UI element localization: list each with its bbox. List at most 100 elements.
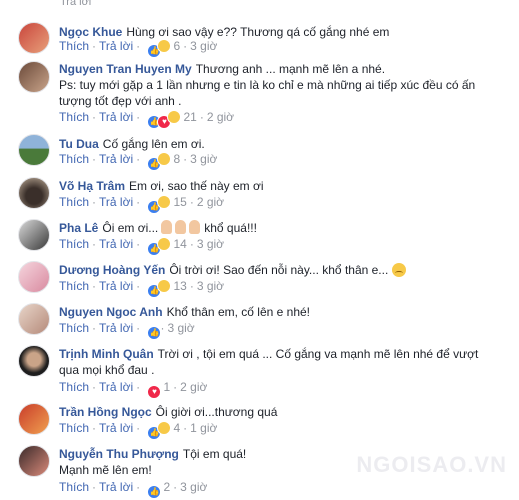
like-link[interactable]: Thích xyxy=(59,421,89,435)
like-link[interactable]: Thích xyxy=(59,110,89,124)
reactions-summary[interactable]: 👍 xyxy=(147,279,172,298)
comment-author[interactable]: Pha Lê xyxy=(59,221,98,235)
like-link[interactable]: Thích xyxy=(59,480,89,494)
reactions-summary[interactable]: ♥ xyxy=(147,383,162,399)
comment-author[interactable]: Trịnh Minh Quân xyxy=(59,347,154,361)
reply-link[interactable]: Trả lời xyxy=(99,237,133,251)
avatar[interactable] xyxy=(18,261,50,293)
comment-author[interactable]: Dương Hoàng Yến xyxy=(59,263,165,277)
sad-icon xyxy=(157,152,172,166)
comment-body: Nguyen Tran Huyen My Thương anh ... mạnh … xyxy=(59,61,499,109)
comment-actions: Thích · Trả lời · ♥ 1 · 2 giờ xyxy=(59,380,207,399)
comment-text: Tội em quá! xyxy=(182,447,247,461)
sad-face-emoji-icon xyxy=(392,263,407,277)
sad-icon xyxy=(167,110,182,124)
avatar[interactable] xyxy=(18,303,50,335)
reply-link[interactable]: Trả lời xyxy=(99,110,133,124)
comment: Tu Dua Cố gắng lên em ơi. Thích · Trả lời · … xyxy=(0,134,519,174)
comment-text-line: tượng tốt đẹp với anh . xyxy=(59,94,182,108)
reactions-summary[interactable]: 👍 xyxy=(147,195,172,214)
comment: Nguyen Ngoc Anh Khổ thân em, cố lên e nhé… xyxy=(0,303,519,343)
praying-hands-icon xyxy=(175,220,187,234)
comment-body: Trịnh Minh Quân Trời ơi , tội em quá ... … xyxy=(59,346,499,378)
like-link[interactable]: Thích xyxy=(59,152,89,166)
comment-author[interactable]: Nguyen Ngoc Anh xyxy=(59,305,163,319)
comment-text-line: qua mọi khổ đau . xyxy=(59,363,155,377)
comment: Trịnh Minh Quân Trời ơi , tội em quá ... … xyxy=(0,345,519,401)
comment-time[interactable]: 1 giờ xyxy=(190,421,217,435)
comment: Dương Hoàng Yến Ôi trời ơi! Sao đến nỗi n… xyxy=(0,261,519,301)
reactions-summary[interactable]: 👍 xyxy=(147,483,162,499)
reply-link[interactable]: Trả lời xyxy=(99,480,133,494)
sad-icon xyxy=(157,279,172,293)
comment-time[interactable]: 2 giờ xyxy=(197,195,224,209)
like-icon: 👍 xyxy=(147,326,162,340)
comment-time[interactable]: 2 giờ xyxy=(207,110,234,124)
comment-author[interactable]: Trần Hồng Ngọc xyxy=(59,405,152,419)
avatar[interactable] xyxy=(18,134,50,166)
like-link[interactable]: Thích xyxy=(59,380,89,394)
comment-time[interactable]: 3 giờ xyxy=(180,480,207,494)
comment-time[interactable]: 3 giờ xyxy=(190,152,217,166)
comment-text: Khổ thân em, cố lên e nhé! xyxy=(166,305,310,319)
sad-icon xyxy=(157,39,172,53)
comment-body: Pha Lê Ôi em ơi... khổ quá!!! xyxy=(59,220,499,236)
avatar[interactable] xyxy=(18,219,50,251)
reaction-count: 13 xyxy=(173,279,187,293)
reply-link[interactable]: Trả lời xyxy=(99,321,133,335)
like-link[interactable]: Thích xyxy=(59,237,89,251)
reply-link[interactable]: Trả lời xyxy=(99,195,133,209)
comment-text: Hùng ơi sao vậy e?? Thương qá cố gắng nh… xyxy=(126,25,390,39)
comment-actions: Thích · Trả lời · 👍 15 · 2 giờ xyxy=(59,195,224,214)
comment-time[interactable]: 3 giờ xyxy=(197,279,224,293)
comment-author[interactable]: Tu Dua xyxy=(59,137,99,151)
comment-text: Trời ơi , tội em quá ... Cố gắng va mạnh… xyxy=(157,347,479,361)
reactions-summary[interactable]: 👍 xyxy=(147,152,172,171)
comment-author[interactable]: Ngọc Khue xyxy=(59,25,122,39)
comment-author[interactable]: Nguyen Tran Huyen My xyxy=(59,62,192,76)
like-link[interactable]: Thích xyxy=(59,39,89,53)
reaction-count: 15 xyxy=(173,195,187,209)
praying-hands-icon xyxy=(189,220,201,234)
reaction-count: 4 xyxy=(173,421,181,435)
avatar[interactable] xyxy=(18,345,50,377)
reaction-count: 1 xyxy=(163,380,171,394)
reactions-summary[interactable]: 👍 ♥ xyxy=(147,110,182,129)
comment-time[interactable]: 3 giờ xyxy=(190,39,217,53)
avatar[interactable] xyxy=(18,403,50,435)
comment-text: Ôi trời ơi! Sao đến nỗi này... khổ thân … xyxy=(169,263,389,277)
reply-link[interactable]: Trả lời xyxy=(99,279,133,293)
reactions-summary[interactable]: 👍 xyxy=(147,39,172,58)
avatar[interactable] xyxy=(18,22,50,54)
comment-body: Tu Dua Cố gắng lên em ơi. xyxy=(59,136,499,152)
comment-author[interactable]: Võ Hạ Trâm xyxy=(59,179,125,193)
comment-time[interactable]: 3 giờ xyxy=(197,237,224,251)
like-icon: 👍 xyxy=(147,485,162,499)
like-link[interactable]: Thích xyxy=(59,321,89,335)
reactions-summary[interactable]: 👍 xyxy=(147,421,172,440)
like-link[interactable]: Thích xyxy=(59,279,89,293)
reactions-summary[interactable]: 👍 xyxy=(147,324,162,340)
comment: Võ Hạ Trâm Em ơi, sao thế này em ơi Thích… xyxy=(0,177,519,217)
comment-time[interactable]: 2 giờ xyxy=(180,380,207,394)
reactions-summary[interactable]: 👍 xyxy=(147,237,172,256)
comment-author[interactable]: Nguyễn Thu Phượng xyxy=(59,447,179,461)
comment-body: Ngọc Khue Hùng ơi sao vậy e?? Thương qá c… xyxy=(59,24,499,40)
comment: Pha Lê Ôi em ơi... khổ quá!!! Thích · Trả lờ… xyxy=(0,219,519,259)
comment-text: Cố gắng lên em ơi. xyxy=(102,137,205,151)
avatar[interactable] xyxy=(18,61,50,93)
reply-link[interactable]: Trả lời xyxy=(99,380,133,394)
comment-body: Nguyen Ngoc Anh Khổ thân em, cố lên e nhé… xyxy=(59,304,499,320)
watermark: NGOISAO.VN xyxy=(356,452,507,477)
previous-reply-link[interactable]: Trả lời xyxy=(60,0,91,8)
comment-actions: Thích · Trả lời · 👍 2 · 3 giờ xyxy=(59,480,207,499)
comment-actions: Thích · Trả lời · 👍 8 · 3 giờ xyxy=(59,152,217,171)
reply-link[interactable]: Trả lời xyxy=(99,421,133,435)
reaction-count: 21 xyxy=(183,110,197,124)
comment-time[interactable]: 3 giờ xyxy=(167,321,194,335)
reply-link[interactable]: Trả lời xyxy=(99,39,133,53)
avatar[interactable] xyxy=(18,177,50,209)
reply-link[interactable]: Trả lời xyxy=(99,152,133,166)
avatar[interactable] xyxy=(18,445,50,477)
like-link[interactable]: Thích xyxy=(59,195,89,209)
